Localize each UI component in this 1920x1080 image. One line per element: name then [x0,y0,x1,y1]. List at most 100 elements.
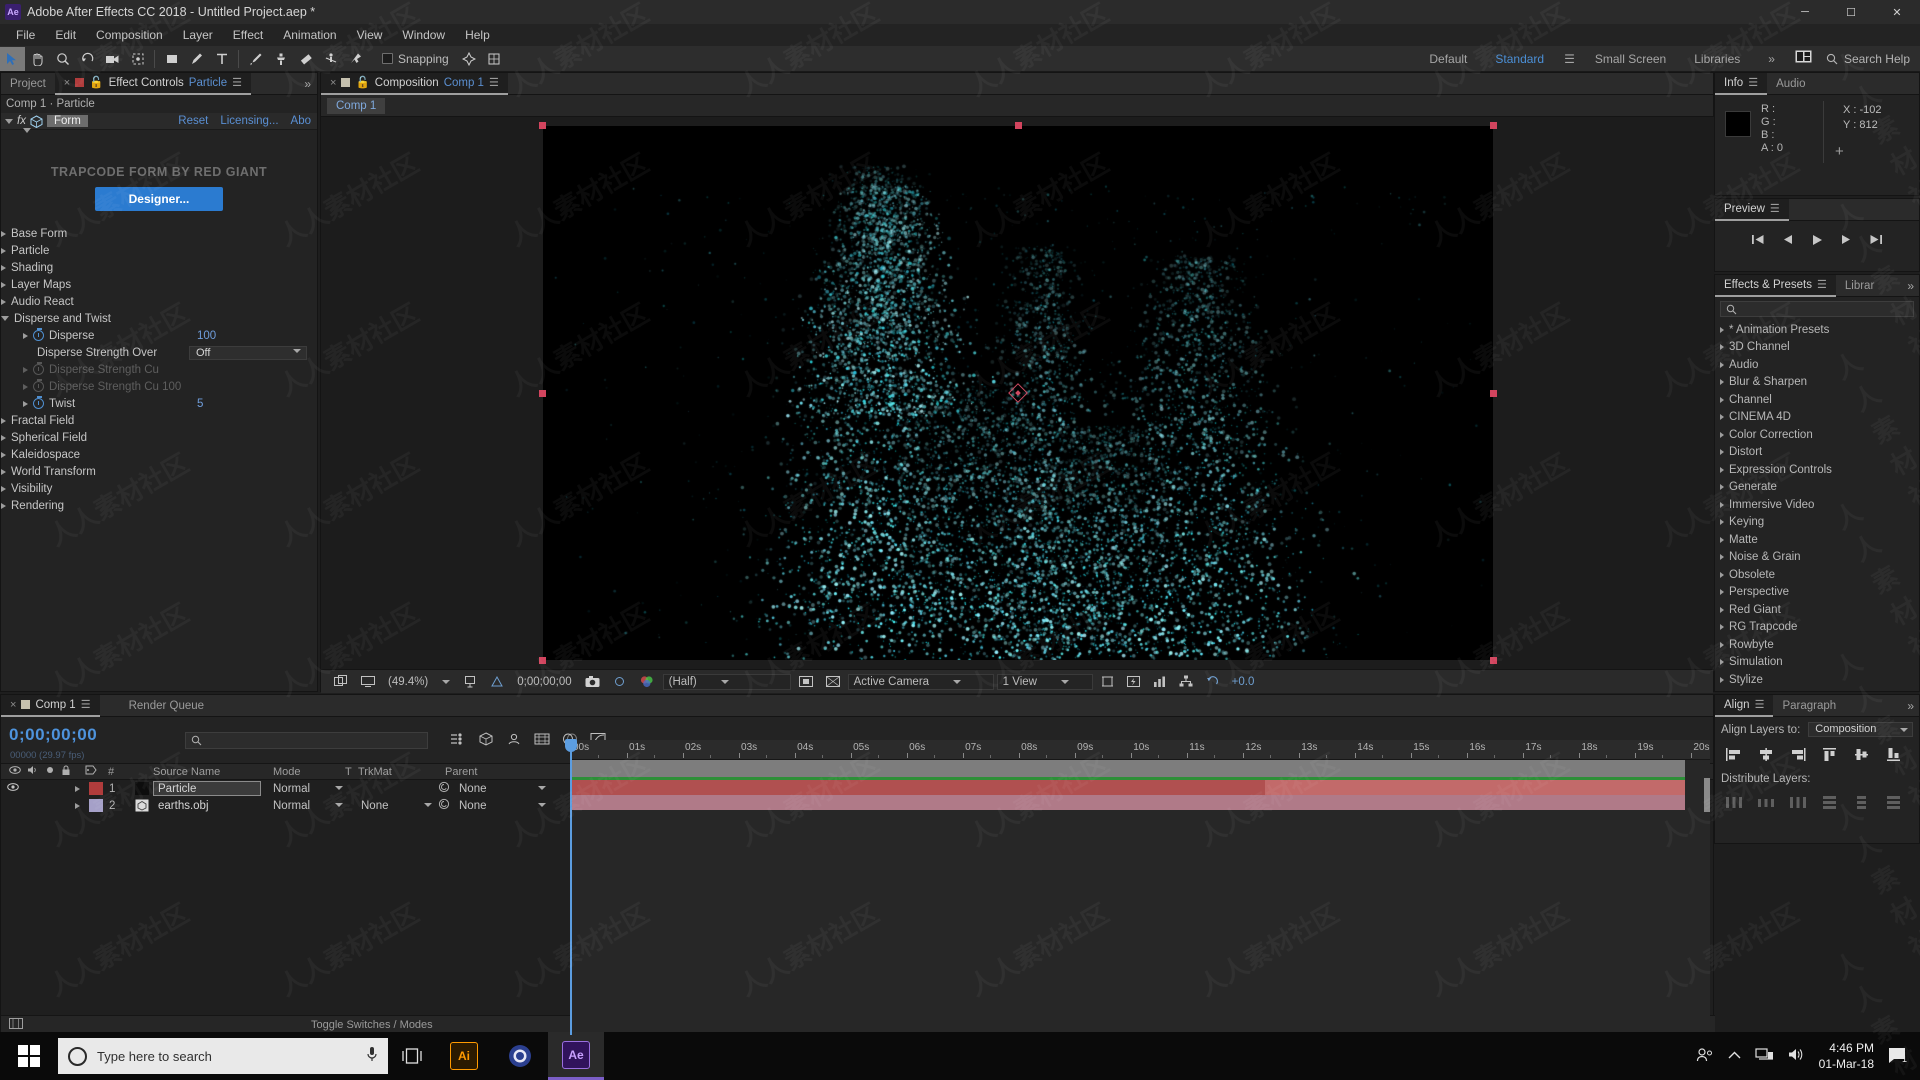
effect-group-kaleidospace[interactable]: Kaleidospace [1,446,317,463]
chevron-right-icon[interactable] [1,468,6,475]
pixel-aspect-icon[interactable] [1096,675,1119,688]
puppet-pin-tool-icon[interactable] [343,47,368,71]
eraser-tool-icon[interactable] [293,47,318,71]
reset-exposure-icon[interactable] [1201,675,1224,688]
start-button[interactable] [0,1032,58,1080]
layer1-name[interactable]: Particle [158,783,196,795]
tab-composition[interactable]: × 🔓 Composition Comp 1 ☰ [321,72,508,95]
timeline-panel-menu-icon[interactable]: ☰ [81,694,91,716]
tab-render-queue[interactable]: Render Queue [120,695,213,717]
align-panel-menu-icon[interactable]: ☰ [1755,694,1765,716]
camera-tool-icon[interactable] [100,47,125,71]
rotation-tool-icon[interactable] [75,47,100,71]
effect-group-spherical-field[interactable]: Spherical Field [1,429,317,446]
last-frame-button[interactable] [1869,234,1883,248]
chevron-right-icon[interactable] [1720,501,1724,508]
menu-edit[interactable]: Edit [45,25,86,45]
comp-tab-close-icon[interactable]: × [330,72,336,94]
comp-panel-menu-icon[interactable]: ☰ [489,72,499,94]
composition-mini-flowchart-icon[interactable] [450,732,466,749]
zoom-level-dropdown[interactable]: (49.4%) [383,676,455,688]
effect-group-base-form[interactable]: Base Form [1,225,317,242]
hide-shy-layers-icon[interactable] [506,732,522,749]
chevron-right-icon[interactable] [23,332,28,339]
chevron-right-icon[interactable] [1,264,6,271]
effect-sub-disclosure-icon[interactable] [23,128,31,147]
selection-handle-bl[interactable] [539,657,546,664]
comp-flowchart-icon[interactable] [1174,675,1198,688]
lock-header-icon[interactable] [61,765,71,779]
layer1-label-color[interactable] [89,782,103,795]
tab-effect-controls[interactable]: × 🔓 Effect Controls Particle ☰ [54,72,252,95]
effect-header-row[interactable]: fx Form Reset Licensing... Abo [1,113,317,130]
effect-group-disperse-strength-over[interactable]: Disperse Strength Over Off [1,344,317,361]
maximize-button[interactable]: ☐ [1828,0,1874,24]
disperse-strength-over-dropdown[interactable]: Off [189,346,307,360]
effect-group-disperse[interactable]: Disperse 100 [1,327,317,344]
effects-category-rowbyte[interactable]: Rowbyte [1720,636,1919,654]
effect-group-audio-react[interactable]: Audio React [1,293,317,310]
panel-overflow-icon[interactable]: » [304,77,311,91]
chevron-down-icon-layer1-parent[interactable] [538,786,546,790]
grid-tool-icon[interactable] [482,47,507,71]
pen-tool-icon[interactable] [184,47,209,71]
chevron-right-icon[interactable] [1720,641,1724,648]
effects-category-rg-trapcode[interactable]: RG Trapcode [1720,619,1919,637]
snapping-checkbox[interactable] [382,53,393,64]
effects-category-noise-grain[interactable]: Noise & Grain [1720,549,1919,567]
effect-group-disperse-strength-cu[interactable]: Disperse Strength Cu [1,361,317,378]
workspace-small-screen[interactable]: Small Screen [1581,46,1680,72]
effects-search-input[interactable] [1741,303,1891,315]
licensing-link[interactable]: Licensing... [220,115,278,127]
layer2-trkmat[interactable]: None [361,800,389,812]
comp-subtab-comp1[interactable]: Comp 1 [327,97,386,114]
lock-icon[interactable]: 🔓 [89,72,103,94]
audio-toggle-header-icon[interactable] [27,765,39,778]
timeline-flowchart-icon[interactable] [1148,675,1171,688]
column-parent[interactable]: Parent [445,766,477,778]
distribute-top-button[interactable] [1815,791,1845,813]
chevron-right-icon[interactable] [1720,571,1724,578]
zoom-tool-icon[interactable] [50,47,75,71]
layer1-mode[interactable]: Normal [273,783,331,795]
panel-menu-icon[interactable]: ☰ [232,72,242,94]
selection-handle-tc[interactable] [1014,122,1022,129]
tab-comp1-timeline[interactable]: × Comp 1 ☰ [1,694,100,717]
next-frame-button[interactable] [1839,234,1853,248]
layer2-parent[interactable]: None [459,800,487,812]
effect-group-disperse-and-twist[interactable]: Disperse and Twist [1,310,317,327]
fx-presets-panel-menu-icon[interactable]: ☰ [1817,274,1827,296]
task-view-icon[interactable] [388,1032,436,1080]
effect-group-rendering[interactable]: Rendering [1,497,317,514]
chevron-right-icon[interactable] [1720,659,1724,666]
selection-tool-icon[interactable] [0,46,25,71]
first-frame-button[interactable] [1751,234,1765,248]
effect-group-world-transform[interactable]: World Transform [1,463,317,480]
effects-category-expression-controls[interactable]: Expression Controls [1720,461,1919,479]
chevron-right-icon[interactable] [1720,589,1724,596]
timeline-current-time[interactable]: 0;00;00;00 [1,717,171,745]
layer1-disclosure-icon[interactable] [75,785,80,792]
chevron-right-icon[interactable] [1720,484,1724,491]
cti-head[interactable] [565,739,577,752]
timeline-tab-close-icon[interactable]: × [10,694,16,716]
minimize-button[interactable]: ─ [1782,0,1828,24]
snapshot-icon[interactable] [580,675,605,688]
resolution-dropdown[interactable]: (Half) [662,673,791,690]
mask-path-icon[interactable] [485,675,509,688]
previous-frame-button[interactable] [1781,234,1795,248]
timeline-track-area[interactable] [570,760,1710,1034]
effects-category-stylize[interactable]: Stylize [1720,671,1919,689]
chevron-right-icon[interactable] [23,383,28,390]
workspace-libraries[interactable]: Libraries [1680,46,1754,72]
chevron-right-icon[interactable] [1720,379,1724,386]
effect-group-shading[interactable]: Shading [1,259,317,276]
exposure-value[interactable]: +0.0 [1227,676,1260,688]
stopwatch-icon[interactable] [33,396,44,409]
tab-libraries[interactable]: Librar [1836,275,1883,297]
menu-composition[interactable]: Composition [86,25,173,45]
align-layers-to-dropdown[interactable]: Composition [1808,722,1913,737]
effect-group-value[interactable]: 100 [197,330,216,342]
work-area-bar[interactable] [570,760,1685,777]
align-right-button[interactable] [1783,743,1813,765]
